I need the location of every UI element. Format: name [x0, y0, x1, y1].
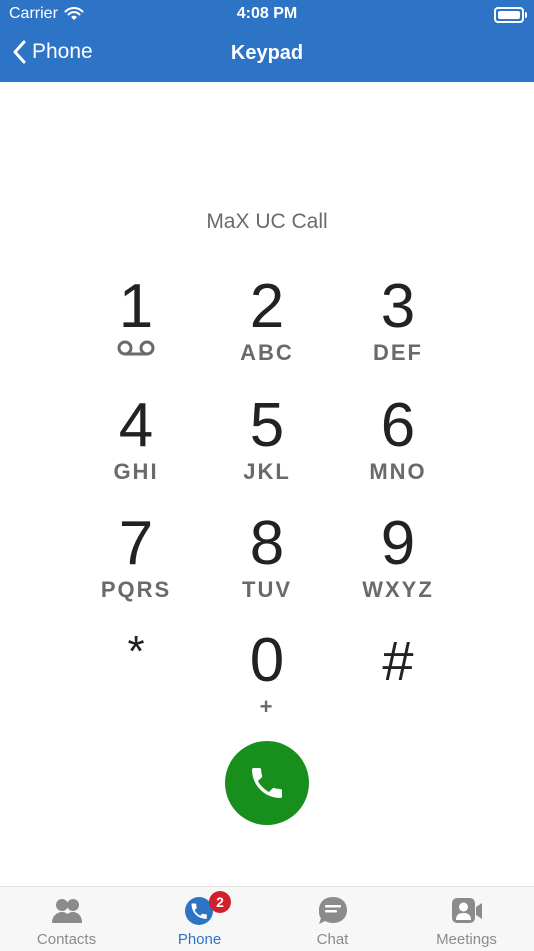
- unread-badge: 2: [209, 891, 231, 913]
- tab-chat[interactable]: Chat: [266, 887, 399, 951]
- key-9[interactable]: 9 WXYZ: [333, 513, 463, 613]
- tab-label: Meetings: [436, 931, 497, 948]
- status-time: 4:08 PM: [236, 5, 298, 22]
- key-digit: 4: [118, 391, 154, 460]
- contacts-icon: [51, 899, 82, 923]
- header: Carrier 4:08 PM Phone Keypad: [0, 0, 534, 82]
- key-letters: GHI: [113, 459, 159, 484]
- dial-label: MaX UC Call: [206, 210, 328, 233]
- battery-icon: [494, 7, 527, 23]
- key-4[interactable]: 4 GHI: [71, 395, 201, 495]
- key-digit: *: [127, 627, 145, 676]
- key-digit: 2: [249, 272, 285, 341]
- tab-label: Chat: [316, 931, 349, 948]
- key-letters: ABC: [240, 340, 294, 365]
- meetings-icon: [451, 898, 482, 923]
- key-1[interactable]: 1: [71, 276, 201, 376]
- key-digit: 3: [380, 272, 416, 341]
- key-digit: 6: [380, 391, 416, 460]
- key-digit: 0: [249, 626, 285, 695]
- nav-bar: Phone Keypad: [0, 28, 534, 82]
- key-3[interactable]: 3 DEF: [333, 276, 463, 376]
- chat-icon: [318, 897, 347, 924]
- key-letters: DEF: [373, 340, 423, 365]
- key-6[interactable]: 6 MNO: [333, 395, 463, 495]
- voicemail-icon: [117, 340, 155, 356]
- key-hash[interactable]: #: [333, 630, 463, 730]
- key-letters: PQRS: [100, 577, 172, 602]
- phone-icon: [252, 768, 282, 798]
- key-digit: 5: [249, 391, 285, 460]
- key-digit: 8: [249, 509, 285, 578]
- key-letters: WXYZ: [362, 577, 434, 602]
- status-bar: Carrier 4:08 PM: [0, 0, 534, 28]
- key-digit: 7: [118, 509, 154, 578]
- key-2[interactable]: 2 ABC: [202, 276, 332, 376]
- tab-contacts[interactable]: Contacts: [0, 887, 133, 951]
- key-5[interactable]: 5 JKL: [202, 395, 332, 495]
- key-letters: JKL: [243, 459, 291, 484]
- key-8[interactable]: 8 TUV: [202, 513, 332, 613]
- key-digit: 9: [380, 509, 416, 578]
- tab-label: Contacts: [36, 931, 97, 948]
- tab-bar: Contacts 2 Phone Chat Meetings: [0, 886, 534, 951]
- key-7[interactable]: 7 PQRS: [71, 513, 201, 613]
- key-star[interactable]: *: [71, 630, 201, 730]
- key-letters: MNO: [369, 459, 427, 484]
- key-letters: TUV: [242, 577, 292, 602]
- key-digit: 1: [118, 272, 154, 341]
- call-button[interactable]: [225, 741, 309, 825]
- page-title: Keypad: [230, 42, 304, 64]
- key-0[interactable]: 0 +: [202, 630, 332, 730]
- tab-meetings[interactable]: Meetings: [400, 887, 533, 951]
- tab-phone[interactable]: 2 Phone: [133, 887, 266, 951]
- key-digit: #: [382, 629, 414, 692]
- tab-label: Phone: [177, 931, 222, 948]
- key-letters: +: [259, 694, 275, 719]
